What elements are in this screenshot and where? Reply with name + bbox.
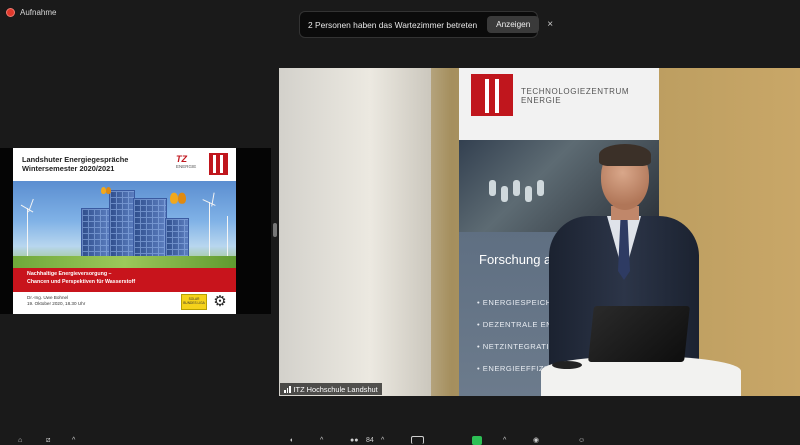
slide-footer: Dr.-Ing. Uwe Bohnel 19. Oktober 2020, 18… [27,295,85,307]
banner-org-line1: TECHNOLOGIEZENTRUM [521,87,630,96]
video-camera-icon[interactable]: ⧄ [46,436,50,445]
microphone-icon[interactable]: ⌂ [18,436,22,445]
slide-illustration [13,181,236,268]
chevron-up-icon[interactable]: ^ [320,436,323,445]
participant-name: ITZ Hochschule Landshut [293,384,378,394]
slide-title-line1: Landshuter Energiegespräche [22,155,129,164]
banner-org-line2: ENERGIE [521,96,562,105]
chat-icon[interactable] [411,436,424,444]
participant-name-label: ITZ Hochschule Landshut [280,383,382,395]
butterfly-icon [170,192,186,206]
waiting-room-notification: 2 Personen haben das Wartezimmer betrete… [299,11,553,38]
slide-subtitle-line2: Chancen und Perspektiven für Wasserstoff [27,278,136,285]
share-screen-icon[interactable] [472,436,482,445]
slide-subtitle-line1: Nachhaltige Energieversorgung – [27,271,112,277]
microphone [552,361,582,369]
hochschule-logo [471,74,513,116]
itz-logo-mark: TZ [176,154,187,164]
recording-indicator[interactable]: Aufnahme [6,5,56,19]
slide-subtitle-band: Nachhaltige Energieversorgung – Chancen … [13,268,236,292]
itz-logo-sub: ENERGIE [176,164,197,169]
chevron-up-icon[interactable]: ^ [72,436,75,445]
slide-header: Landshuter Energiegespräche Wintersemest… [13,148,236,181]
solar-bundesliga-badge: SOLAR BUNDES LIGA [181,294,207,310]
slide-date: 19. Oktober 2020, 18.30 Uhr [27,301,86,306]
presentation-slide: Landshuter Energiegespräche Wintersemest… [13,148,236,314]
laptop [588,306,690,362]
participants-icon[interactable]: ●● [350,436,358,445]
signal-strength-icon [284,385,291,393]
gear-icon: ⚙ [213,293,227,310]
speaker-video-tile[interactable]: TECHNOLOGIEZENTRUM ENERGIE Forschung am … [279,68,800,396]
butterfly-icon [101,187,111,195]
itz-logo: TZ ENERGIE [176,154,204,174]
shared-screen-tile[interactable]: Landshuter Energiegespräche Wintersemest… [0,148,271,314]
banner-org-name: TECHNOLOGIEZENTRUM ENERGIE [521,87,629,105]
participants-count: 84 [366,437,374,444]
meeting-toolbar: ⌂ ⧄ ^ ◖ ^ ●● 84 ^ ^ ◉ ☺ [0,434,800,445]
show-waiting-room-button[interactable]: Anzeigen [487,16,540,33]
chevron-up-icon[interactable]: ^ [381,436,384,445]
record-icon [6,7,15,17]
close-icon[interactable]: × [547,19,553,30]
splitter-handle[interactable] [273,223,277,237]
chevron-up-icon[interactable]: ^ [503,436,506,445]
background-wall [279,68,431,396]
reactions-icon[interactable]: ☺ [578,436,585,445]
security-icon[interactable]: ◖ [289,436,293,445]
record-button-icon[interactable]: ◉ [533,436,539,445]
hochschule-logo [209,153,228,175]
recording-label: Aufnahme [20,7,57,17]
slide-title-line2: Wintersemester 2020/2021 [22,164,115,173]
slide-title: Landshuter Energiegespräche Wintersemest… [22,155,128,173]
notification-text: 2 Personen haben das Wartezimmer betrete… [308,19,478,30]
